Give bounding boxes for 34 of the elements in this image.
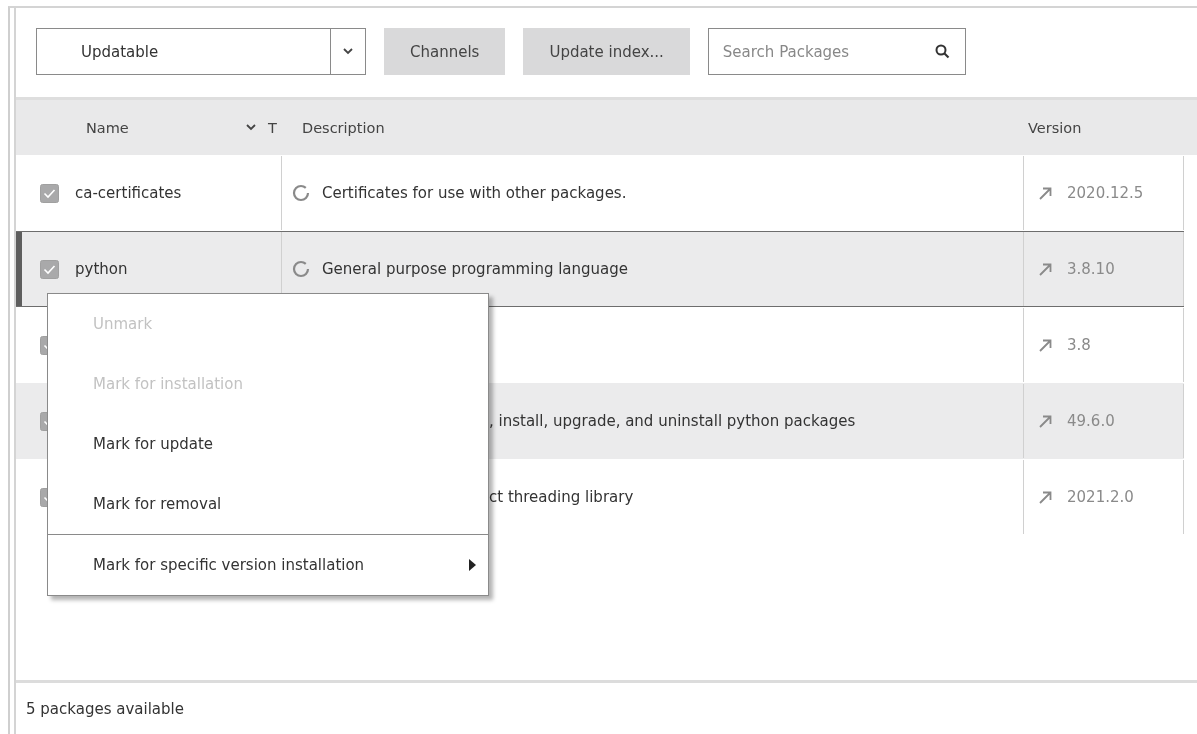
package-description: ct threading library: [489, 488, 634, 506]
package-version: 3.8.10: [1067, 260, 1115, 278]
update-index-button[interactable]: Update index...: [523, 28, 690, 75]
package-version: 2021.2.0: [1067, 488, 1134, 506]
menu-item[interactable]: Mark for specific version installation: [48, 534, 488, 595]
caret-icon: [343, 48, 353, 55]
checkbox[interactable]: [40, 259, 59, 279]
caret-icon: [246, 124, 256, 131]
column-header[interactable]: Name: [16, 119, 268, 136]
upgrade-arrow-icon: [1038, 413, 1053, 429]
menu-item[interactable]: Mark for removal: [48, 474, 488, 534]
package-name: ca-certificates: [75, 184, 182, 202]
status-text: 5 packages available: [26, 699, 184, 718]
column-header[interactable]: Version: [1028, 119, 1189, 136]
checkbox[interactable]: [40, 183, 59, 203]
upgrade-arrow-icon: [1038, 261, 1053, 277]
channels-button[interactable]: Channels: [384, 28, 506, 75]
filter-dropdown[interactable]: Updatable: [36, 28, 366, 75]
package-description: General purpose programming language: [322, 260, 629, 278]
upgrade-arrow-icon: [1038, 489, 1053, 505]
search-field[interactable]: Search Packages: [707, 28, 966, 75]
package-version: 2020.12.5: [1067, 184, 1144, 202]
package-description: , install, upgrade, and uninstall python packages: [489, 412, 856, 430]
package-version: 3.8: [1067, 336, 1091, 354]
column-header[interactable]: Description: [302, 119, 1028, 136]
submenu-arrow-icon: [469, 559, 476, 571]
table-row[interactable]: python General purpose programming language 3.8.10: [16, 231, 1184, 307]
upgrade-arrow-icon: [1038, 337, 1053, 353]
package-version: 49.6.0: [1067, 412, 1115, 430]
search-icon: [934, 44, 950, 59]
upgrade-arrow-icon: [1038, 185, 1053, 201]
column-header[interactable]: T: [268, 119, 302, 136]
package-name: python: [75, 260, 128, 278]
package-description: Certificates for use with other packages.: [322, 184, 627, 202]
